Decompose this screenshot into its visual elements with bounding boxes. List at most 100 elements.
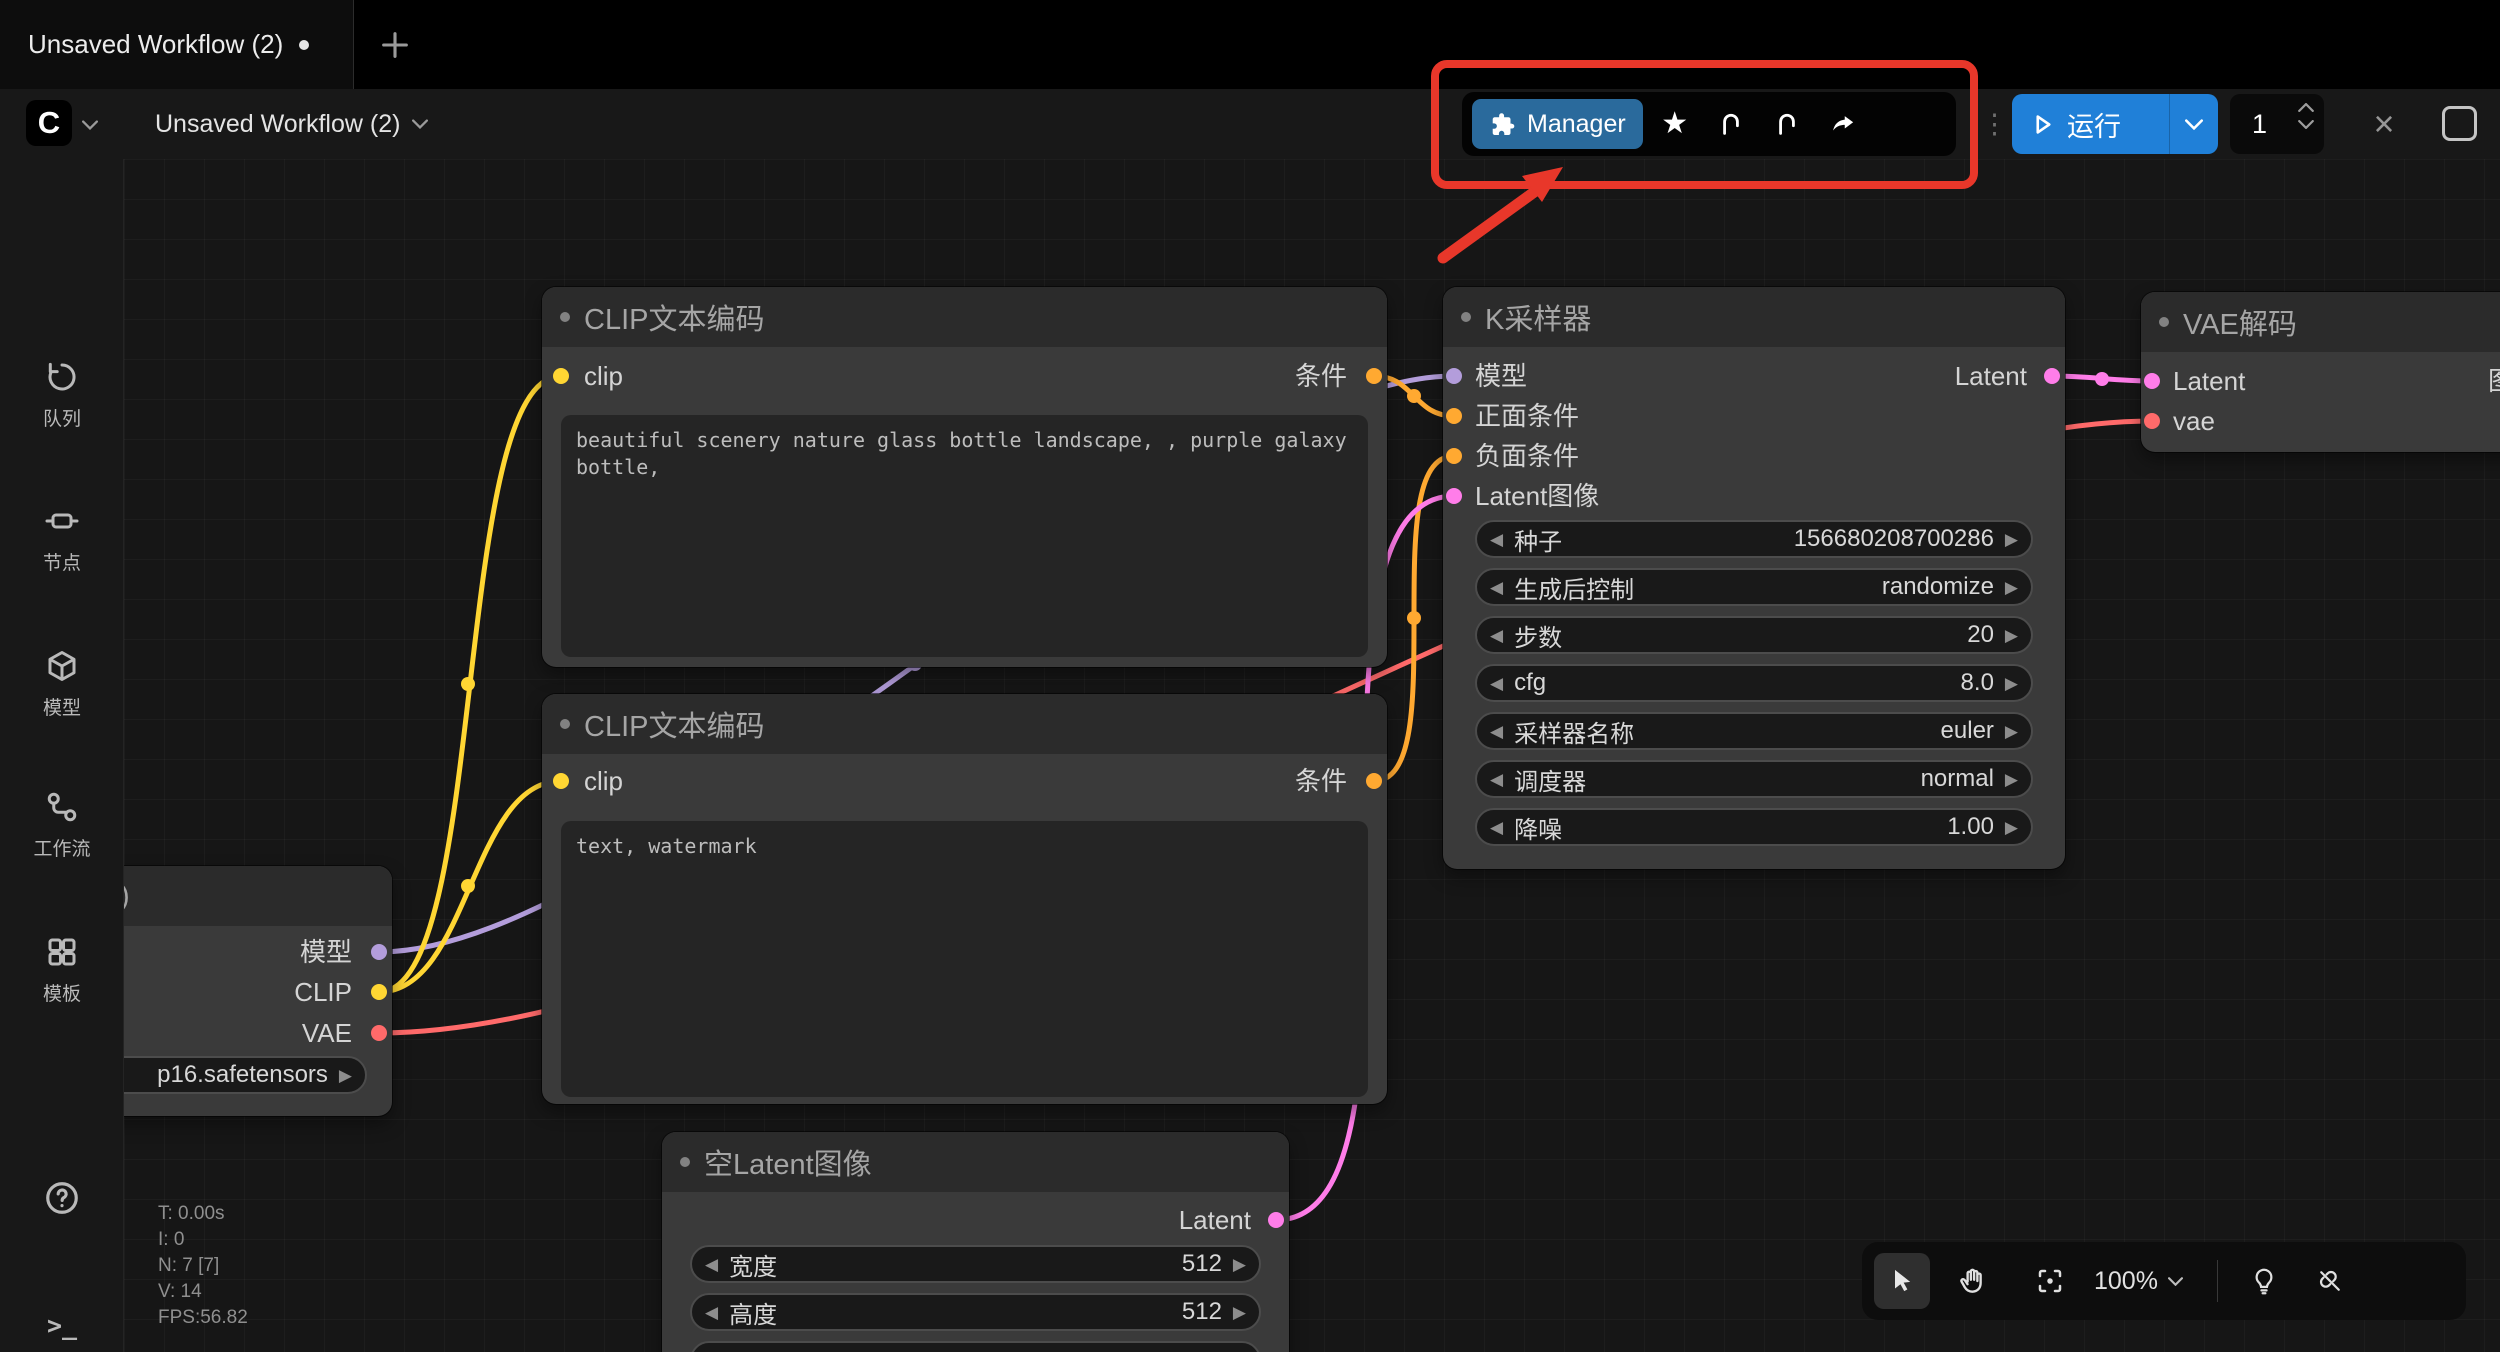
increment-icon[interactable]: ▶ [2005, 579, 2018, 596]
node-header[interactable]: CLIP文本编码 [542, 694, 1387, 754]
node-checkpoint-loader[interactable]: ) 模型 CLIP VAE p16.safetensors ▶ [124, 866, 392, 1116]
share-button[interactable] [1819, 100, 1867, 148]
increment-icon[interactable]: ▶ [1233, 1304, 1246, 1321]
chevron-up-icon[interactable] [2298, 103, 2314, 112]
cancel-button[interactable]: × [2364, 104, 2404, 144]
output-port-conditioning[interactable] [1366, 368, 1382, 384]
toolbar-drag-handle[interactable]: ⋮ [1981, 89, 2008, 159]
widget-seed[interactable]: ◀ 种子 156680208700286 ▶ [1475, 520, 2033, 558]
toggle-links-button[interactable] [2302, 1253, 2358, 1309]
node-clip-text-encode-positive[interactable]: CLIP文本编码 clip 条件 beautiful scenery natur… [542, 287, 1387, 667]
increment-icon[interactable]: ▶ [2005, 531, 2018, 548]
comfyui-logo[interactable]: C [26, 100, 72, 146]
pan-tool-button[interactable] [1944, 1253, 2000, 1309]
run-button[interactable]: 运行 [2012, 94, 2218, 154]
toggle-theme-button[interactable] [2236, 1253, 2292, 1309]
select-tool-button[interactable] [1874, 1253, 1930, 1309]
widget-label: 生成后控制 [1514, 570, 1634, 605]
fit-view-button[interactable] [2022, 1253, 2078, 1309]
new-tab-button[interactable] [372, 22, 418, 68]
batch-count-stepper[interactable]: 1 [2230, 94, 2324, 154]
collapse-dot[interactable] [680, 1157, 690, 1167]
manager-button[interactable]: Manager [1472, 99, 1643, 149]
input-port-latent-image[interactable] [1446, 488, 1462, 504]
node-ksampler[interactable]: K采样器 模型 正面条件 负面条件 Latent图像 Latent ◀ 种子 1… [1443, 287, 2065, 869]
node-clip-text-encode-negative[interactable]: CLIP文本编码 clip 条件 text, watermark [542, 694, 1387, 1104]
widget-scheduler[interactable]: ◀ 调度器 normal ▶ [1475, 760, 2033, 798]
increment-icon[interactable]: ▶ [1233, 1256, 1246, 1273]
input-port-model[interactable] [1446, 368, 1462, 384]
increment-icon[interactable]: ▶ [2005, 771, 2018, 788]
output-port-model[interactable] [371, 944, 387, 960]
sidebar-item-templates[interactable]: 模板 [0, 934, 124, 1006]
input-port-clip[interactable] [553, 773, 569, 789]
input-port-clip[interactable] [553, 368, 569, 384]
run-button-main[interactable]: 运行 [2012, 105, 2169, 144]
node-header[interactable]: 空Latent图像 [662, 1132, 1289, 1192]
widget-denoise[interactable]: ◀ 降噪 1.00 ▶ [1475, 808, 2033, 846]
widget-sampler-name[interactable]: ◀ 采样器名称 euler ▶ [1475, 712, 2033, 750]
output-port-vae[interactable] [371, 1025, 387, 1041]
decrement-icon[interactable]: ◀ [1490, 579, 1503, 596]
node-empty-latent-image[interactable]: 空Latent图像 Latent ◀ 宽度 512 ▶ ◀ 高度 512 ▶ [662, 1132, 1289, 1352]
decrement-icon[interactable]: ◀ [1490, 531, 1503, 548]
node-vae-decode[interactable]: VAE解码 Latent vae 图像 [2141, 292, 2500, 452]
custom-nodes-button[interactable] [1707, 100, 1755, 148]
node-header[interactable]: CLIP文本编码 [542, 287, 1387, 347]
sidebar-item-help[interactable] [0, 1179, 124, 1217]
decrement-icon[interactable]: ◀ [1490, 819, 1503, 836]
widget-height[interactable]: ◀ 高度 512 ▶ [690, 1293, 1261, 1331]
output-port-latent[interactable] [1268, 1212, 1284, 1228]
decrement-icon[interactable]: ◀ [705, 1304, 718, 1321]
input-port-vae[interactable] [2144, 413, 2160, 429]
decrement-icon[interactable]: ◀ [705, 1256, 718, 1273]
output-port-latent[interactable] [2044, 368, 2060, 384]
widget-ckpt-name[interactable]: p16.safetensors ▶ [124, 1056, 367, 1094]
widget-cfg[interactable]: ◀ cfg 8.0 ▶ [1475, 664, 2033, 702]
widget-steps[interactable]: ◀ 步数 20 ▶ [1475, 616, 2033, 654]
increment-icon[interactable]: ▶ [2005, 627, 2018, 644]
sidebar-item-terminal[interactable]: >_ [0, 1311, 124, 1340]
input-port-latent[interactable] [2144, 373, 2160, 389]
increment-icon[interactable]: ▶ [2005, 675, 2018, 692]
sidebar-item-models[interactable]: 模型 [0, 648, 124, 720]
widget-width[interactable]: ◀ 宽度 512 ▶ [690, 1245, 1261, 1283]
widget-control-after-generate[interactable]: ◀ 生成后控制 randomize ▶ [1475, 568, 2033, 606]
workflow-tab[interactable]: Unsaved Workflow (2) [0, 0, 354, 89]
zoom-dropdown[interactable]: 100% [2094, 1267, 2183, 1296]
logo-chevron-down-icon[interactable] [82, 117, 98, 135]
decrement-icon[interactable]: ◀ [1490, 675, 1503, 692]
decrement-icon[interactable]: ◀ [1490, 627, 1503, 644]
sidebar-item-nodes[interactable]: 节点 [0, 503, 124, 575]
collapse-dot[interactable] [560, 719, 570, 729]
prompt-textarea[interactable]: text, watermark [561, 821, 1368, 1097]
widget-label: 种子 [1514, 522, 1562, 557]
sidebar-item-workflows[interactable]: 工作流 [0, 789, 124, 861]
decrement-icon[interactable]: ◀ [1490, 771, 1503, 788]
node-header[interactable]: VAE解码 [2141, 292, 2500, 352]
missing-nodes-button[interactable] [1763, 100, 1811, 148]
increment-icon[interactable]: ▶ [2005, 723, 2018, 740]
favorites-button[interactable]: ★ [1651, 100, 1699, 148]
collapse-dot[interactable] [1461, 312, 1471, 322]
decrement-icon[interactable]: ◀ [1490, 723, 1503, 740]
input-port-positive[interactable] [1446, 408, 1462, 424]
node-header[interactable]: K采样器 [1443, 287, 2065, 347]
widget-batch-size[interactable] [690, 1341, 1261, 1352]
stop-button[interactable] [2442, 106, 2477, 141]
collapse-dot[interactable] [560, 312, 570, 322]
collapse-dot[interactable] [2159, 317, 2169, 327]
sidebar-item-queue[interactable]: 队列 [0, 359, 124, 431]
output-port-conditioning[interactable] [1366, 773, 1382, 789]
stat-nodes: N: 7 [7] [158, 1253, 248, 1279]
chevron-down-icon[interactable] [2298, 120, 2314, 129]
run-options-chevron[interactable] [2170, 94, 2218, 154]
increment-icon[interactable]: ▶ [339, 1067, 352, 1084]
workflow-title-dropdown[interactable]: Unsaved Workflow (2) [155, 89, 428, 159]
graph-canvas[interactable]: CLIP文本编码 clip 条件 beautiful scenery natur… [124, 159, 2500, 1352]
prompt-textarea[interactable]: beautiful scenery nature glass bottle la… [561, 415, 1368, 657]
increment-icon[interactable]: ▶ [2005, 819, 2018, 836]
input-port-negative[interactable] [1446, 448, 1462, 464]
output-port-clip[interactable] [371, 984, 387, 1000]
node-header[interactable]: ) [124, 866, 392, 926]
